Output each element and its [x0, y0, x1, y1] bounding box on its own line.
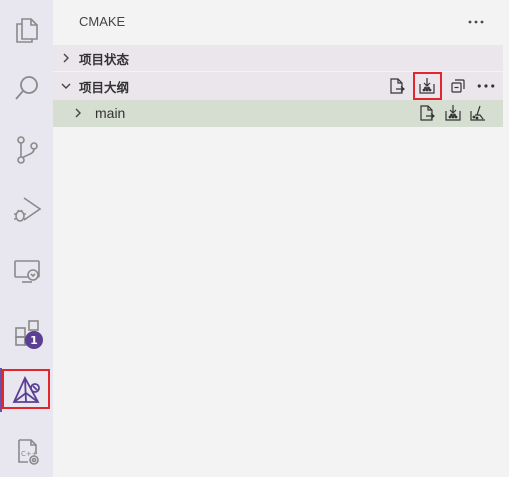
- explorer-icon[interactable]: [0, 6, 53, 54]
- source-control-icon[interactable]: [0, 126, 53, 174]
- outline-more-button[interactable]: [475, 75, 497, 97]
- more-icon: [477, 84, 495, 88]
- run-debug-icon[interactable]: [0, 186, 53, 234]
- cmake-icon[interactable]: [0, 366, 53, 414]
- build-all-button[interactable]: [416, 75, 438, 97]
- cpp-settings-icon[interactable]: C++: [0, 428, 53, 476]
- sidebar-more-button[interactable]: [465, 12, 487, 32]
- chevron-down-icon: [61, 83, 71, 89]
- tree-row-main[interactable]: main: [53, 100, 503, 127]
- clean-build-main-button[interactable]: [467, 102, 489, 124]
- section-label-project-status: 项目状态: [79, 51, 130, 67]
- section-project-status[interactable]: 项目状态: [53, 45, 503, 71]
- chevron-right-icon: [63, 53, 69, 63]
- extensions-badge: 1: [25, 331, 43, 349]
- search-icon[interactable]: [0, 64, 53, 112]
- remote-explorer-icon[interactable]: [0, 246, 53, 294]
- section-label-project-outline: 项目大纲: [79, 79, 130, 95]
- build-main-button[interactable]: [442, 102, 464, 124]
- section-project-outline[interactable]: 项目大纲: [53, 72, 503, 100]
- sidebar: CMAKE 项目状态 项目大纲 main: [53, 0, 509, 477]
- build-icon: [419, 78, 435, 94]
- sidebar-empty-area: [53, 127, 503, 477]
- sidebar-title: CMAKE: [79, 14, 126, 29]
- tree-row-label: main: [95, 105, 126, 121]
- activity-bar: 1 C++: [0, 0, 53, 477]
- configure-all-button[interactable]: [386, 75, 408, 97]
- file-export-icon: [420, 105, 435, 121]
- more-icon: [468, 20, 484, 24]
- configure-main-button[interactable]: [416, 102, 438, 124]
- file-export-icon: [390, 78, 405, 94]
- build-icon: [445, 105, 461, 121]
- collapse-all-icon: [451, 79, 465, 93]
- collapse-all-button[interactable]: [447, 75, 469, 97]
- chevron-right-icon: [75, 108, 81, 118]
- extensions-icon[interactable]: [0, 308, 53, 356]
- sidebar-header: CMAKE: [53, 0, 509, 44]
- clean-build-icon: [470, 105, 485, 121]
